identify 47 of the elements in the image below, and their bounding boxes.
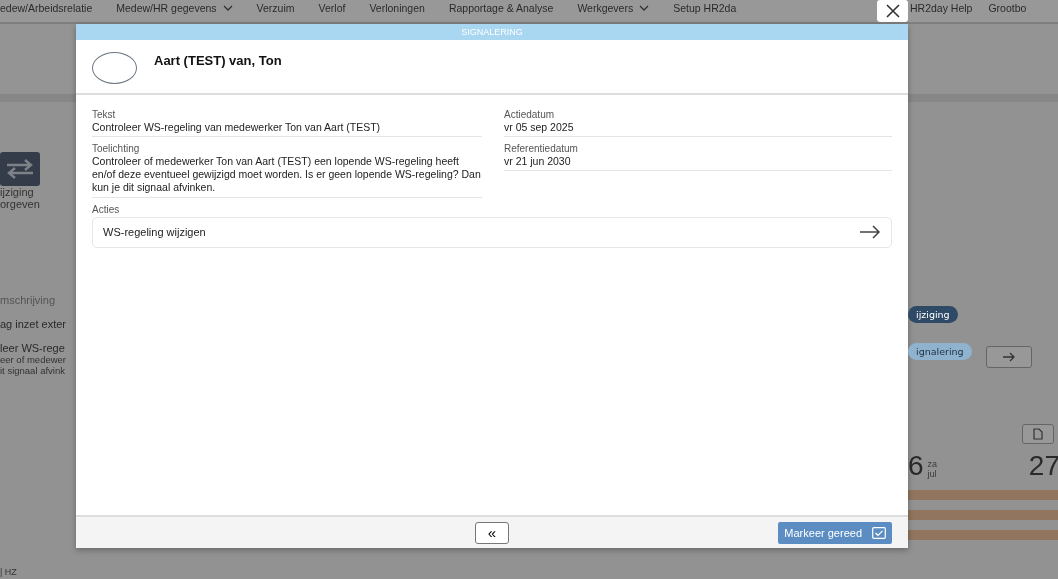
status-badge: ignalering (908, 343, 972, 360)
field-value: vr 05 sep 2025 (504, 121, 892, 138)
arrow-right-icon (859, 225, 881, 239)
status-badge: ijziging (908, 306, 958, 323)
arrow-right-icon (1002, 352, 1016, 362)
employee-name: Aart (TEST) van, Ton (154, 53, 282, 68)
close-button[interactable] (877, 0, 908, 22)
nav-menu-item[interactable]: Verloningen (369, 2, 425, 14)
file-button[interactable] (1022, 424, 1054, 444)
nav-menu-item[interactable]: Verlof (318, 2, 346, 14)
nav-menu-item[interactable]: edew/Arbeidsrelatie (0, 2, 93, 14)
day-number: 6 (908, 452, 924, 480)
column-header: mschrijving (0, 294, 56, 306)
nav-menu-item[interactable]: Grootbo (988, 2, 1027, 14)
mark-done-button[interactable]: Markeer gereed (778, 521, 892, 544)
tile-label: ijziging (0, 186, 35, 198)
close-icon (884, 3, 901, 19)
nav-menu-item[interactable]: Werkgevers (577, 2, 650, 14)
field-value: Controleer of medewerker Ton van Aart (TEST) een lopende WS-regeling heeft en/of deze eventueel gewijzigd moet worden. Is er geen lopende WS-regeling? Dan kun je dit signaal afvinken. (92, 155, 482, 198)
field-value: Controleer WS-regeling van medewerker Ton van Aart (TEST) (92, 121, 482, 138)
weekday-label: za (927, 460, 938, 470)
action-label: WS-regeling wijzigen (103, 226, 206, 238)
day-number: 27 (1028, 452, 1058, 480)
tile-label: orgeven (0, 198, 41, 210)
nav-menu-item[interactable]: Verzuim (256, 2, 295, 14)
row-description: eer of medewer (0, 354, 67, 365)
field-label: Acties (92, 203, 121, 215)
nav-menu-item[interactable]: Rapportage & Analyse (448, 2, 554, 14)
row-title: ag inzet exter (0, 318, 68, 330)
back-button[interactable]: « (475, 521, 509, 544)
document-icon (1033, 428, 1043, 440)
field-label: Actiedatum (504, 109, 556, 120)
field-label: Toelichting (92, 143, 141, 155)
field-value: vr 21 jun 2030 (504, 155, 892, 172)
dialog-title: SIGNALERING (76, 24, 908, 40)
field-label: Tekst (92, 109, 117, 120)
nav-menu-item[interactable]: Setup HR2da (673, 2, 737, 14)
checkbox-icon (872, 526, 886, 539)
field-label: Referentiedatum (504, 143, 579, 155)
row-description: it signaal afvink (0, 365, 66, 376)
footer-text: | HZ (0, 567, 18, 577)
nav-menu-item[interactable]: Medew/HR gegevens (116, 2, 233, 14)
action-row[interactable]: WS-regeling wijzigen (92, 216, 892, 248)
arrow-button[interactable] (986, 346, 1032, 368)
month-label: jul (927, 470, 938, 480)
nav-menu-item[interactable]: HR2day Help (910, 2, 973, 14)
row-title: leer WS-rege (0, 342, 66, 354)
